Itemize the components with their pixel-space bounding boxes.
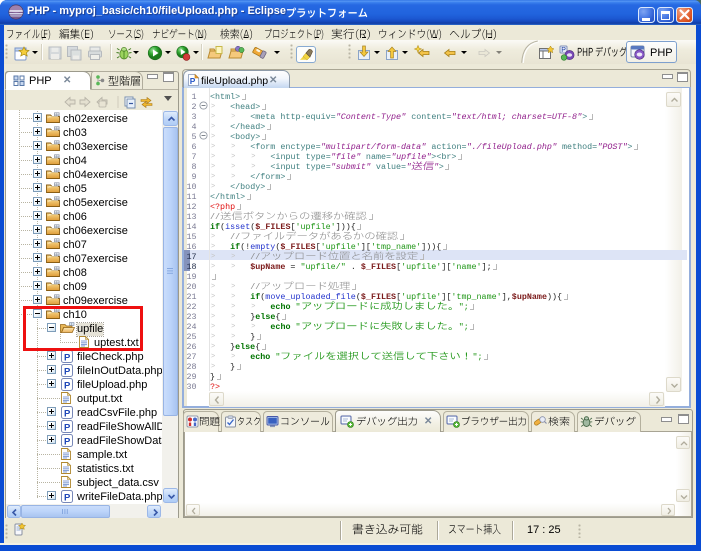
- svg-text:P: P: [190, 76, 196, 86]
- svg-text:P: P: [64, 436, 71, 447]
- svg-text:P: P: [64, 366, 71, 377]
- svg-text:P: P: [64, 408, 71, 419]
- svg-text:P: P: [64, 492, 71, 503]
- svg-text:P: P: [64, 352, 71, 363]
- svg-text:P: P: [64, 380, 71, 391]
- svg-text:P: P: [64, 422, 71, 433]
